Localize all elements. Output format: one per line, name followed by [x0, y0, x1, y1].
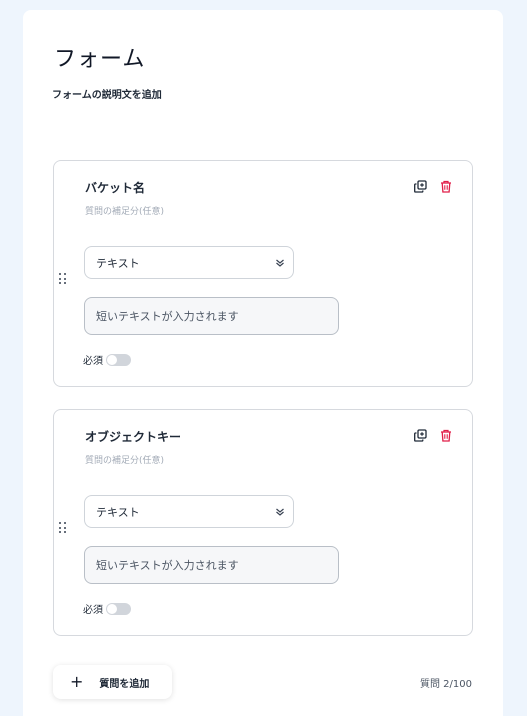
question-card: バケット名 質問の補足分(任意) テキスト 短いテキストが入力されます 必須	[53, 160, 473, 387]
question-hint[interactable]: 質問の補足分(任意)	[85, 453, 164, 466]
trash-icon[interactable]	[438, 427, 454, 443]
copy-icon[interactable]	[412, 427, 428, 443]
question-type-select[interactable]: テキスト	[84, 495, 294, 528]
required-toggle-row: 必須	[83, 352, 131, 367]
question-type-value: テキスト	[96, 505, 140, 519]
chevron-down-icon	[275, 258, 285, 271]
question-type-select[interactable]: テキスト	[84, 246, 294, 279]
trash-icon[interactable]	[438, 178, 454, 194]
add-question-label: 質問を追加	[99, 678, 150, 690]
drag-handle-icon[interactable]	[59, 522, 67, 534]
required-label: 必須	[83, 356, 103, 367]
question-title[interactable]: バケット名	[85, 179, 145, 196]
answer-placeholder: 短いテキストが入力されます	[96, 310, 239, 323]
answer-placeholder: 短いテキストが入力されます	[96, 559, 239, 572]
copy-icon[interactable]	[412, 178, 428, 194]
question-count: 質問 2/100	[420, 679, 472, 690]
form-description[interactable]: フォームの説明文を追加	[52, 86, 162, 101]
question-card: オブジェクトキー 質問の補足分(任意) テキスト 短いテキストが入力されます 必…	[53, 409, 473, 636]
answer-preview-field: 短いテキストが入力されます	[84, 297, 339, 335]
question-title[interactable]: オブジェクトキー	[85, 428, 181, 445]
drag-handle-icon[interactable]	[59, 273, 67, 285]
plus-icon: +	[70, 672, 84, 691]
required-toggle[interactable]	[106, 353, 131, 366]
form-panel: フォーム フォームの説明文を追加 バケット名 質問の補足分(任意) テキスト 短…	[23, 10, 503, 716]
question-type-value: テキスト	[96, 256, 140, 270]
answer-preview-field: 短いテキストが入力されます	[84, 546, 339, 584]
required-label: 必須	[83, 605, 103, 616]
form-title[interactable]: フォーム	[54, 41, 145, 73]
chevron-down-icon	[275, 507, 285, 520]
add-question-button[interactable]: + 質問を追加	[53, 665, 172, 699]
required-toggle[interactable]	[106, 602, 131, 615]
required-toggle-row: 必須	[83, 601, 131, 616]
question-hint[interactable]: 質問の補足分(任意)	[85, 204, 164, 217]
